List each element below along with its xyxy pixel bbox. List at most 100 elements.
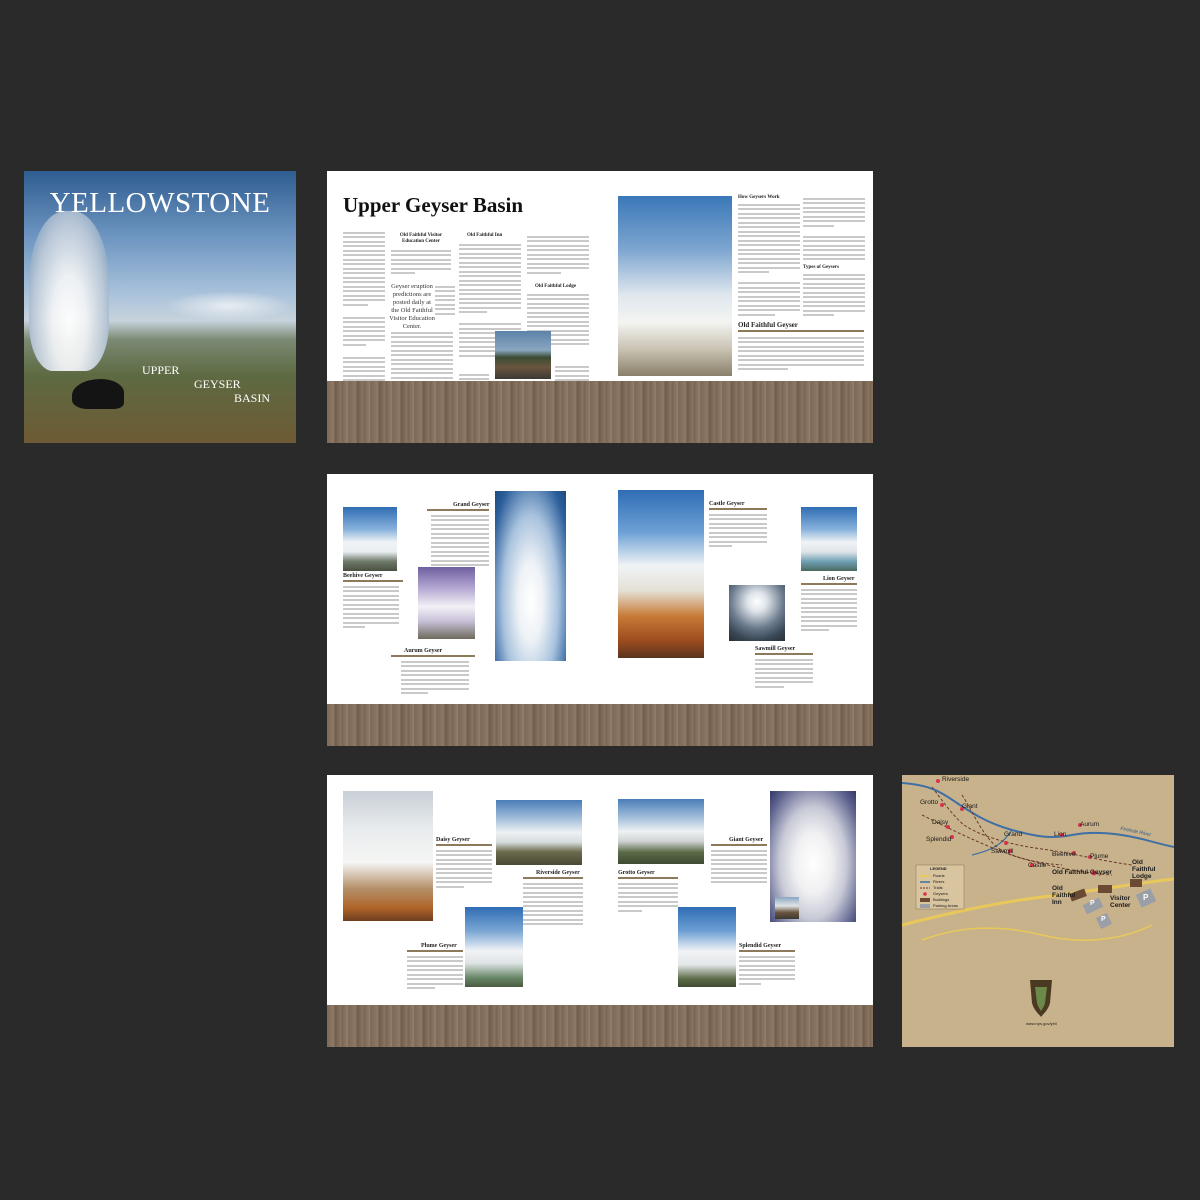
map-label-grotto: Grotto (920, 799, 939, 806)
heading-types-of-geysers: Types of Geysers (803, 265, 840, 270)
castle-text (709, 511, 767, 550)
heading-beehive: Beehive Geyser (343, 573, 383, 579)
page1-wood-border (327, 381, 873, 443)
legend-item-rivers: Rivers (933, 879, 945, 884)
aurum-text (401, 658, 469, 697)
cover-cloud (164, 291, 294, 321)
map-panel: Riverside Grotto Giant Daisy Splendid Gr… (902, 775, 1174, 1047)
how-geysers-column (738, 201, 800, 318)
plume-photo (465, 907, 523, 987)
brochure-page-3: Daisy Geyser Riverside Geyser Plume Geys… (327, 775, 873, 1047)
heading-grand: Grand Geyser (453, 502, 490, 508)
lodge-column-top (527, 233, 589, 276)
sawmill-photo (729, 585, 785, 641)
castle-underline (709, 508, 767, 510)
map-label-riverside: Riverside (942, 776, 970, 783)
map-label-grand: Grand (1004, 831, 1023, 838)
heading-grotto: Grotto Geyser (618, 870, 655, 876)
how-geysers-column-2 (803, 195, 865, 263)
legend-item-roads: Roads (933, 873, 945, 878)
plume-underline (407, 950, 463, 952)
map-url[interactable]: www.nps.gov/yell (1026, 1021, 1057, 1026)
splendid-photo (678, 907, 736, 987)
map-label-splendid: Splendid (926, 836, 952, 843)
map-label-beehive: Beehive (1052, 851, 1076, 858)
map-label-inn: Old Faithful Inn (1052, 885, 1076, 906)
grand-photo (495, 491, 566, 661)
brochure-page-2: Beehive Geyser Aurum Geyser Grand Geyser… (327, 474, 873, 746)
heading-visitor-center: Old Faithful Visitor Education Center (399, 233, 443, 244)
sawmill-text (755, 656, 813, 690)
daisy-underline (436, 844, 492, 846)
giant-underline (711, 844, 767, 846)
splendid-text (739, 953, 795, 987)
beehive-photo (343, 507, 397, 571)
old-faithful-underline (738, 330, 864, 332)
grotto-photo (618, 799, 704, 864)
geyser-dot-riverside (936, 779, 940, 783)
types-column (803, 271, 865, 319)
legend-item-buildings: Buildings (933, 897, 950, 902)
daisy-photo (343, 791, 433, 921)
old-faithful-photo (618, 196, 732, 376)
map-label-old-faithful-geyser: Old Faithful Geyser (1052, 869, 1112, 876)
cover-subtitle-3: BASIN (234, 391, 271, 405)
map-drawing (902, 779, 1174, 1017)
castle-photo (618, 490, 704, 658)
lion-underline (801, 583, 857, 585)
parking-marker-3: P (1101, 916, 1106, 923)
aurum-photo (418, 567, 475, 639)
visitor-center-column-2 (435, 283, 455, 317)
heading-lion: Lion Geyser (823, 576, 855, 582)
map-label-lodge: Old Faithful Lodge (1132, 859, 1156, 880)
beehive-text (343, 583, 399, 631)
lion-photo (801, 507, 857, 571)
brochure-page-1: Upper Geyser Basin Old Faithful Visitor … (327, 171, 873, 443)
page3-wood-border (327, 1005, 873, 1047)
map-road-loop (921, 924, 1153, 941)
building-lodge (1130, 879, 1142, 887)
grand-text (431, 512, 489, 569)
lodge-photo (495, 331, 551, 379)
giant-text (711, 847, 767, 886)
riverside-text (523, 880, 583, 928)
page-title: Upper Geyser Basin (343, 193, 524, 217)
daisy-text (436, 847, 492, 890)
map-label-plume: Plume (1090, 853, 1109, 860)
cover-subtitle-2: GEYSER (194, 377, 241, 391)
cover-title: YELLOWSTONE (49, 187, 271, 219)
beehive-underline (343, 580, 403, 582)
intro-column (343, 229, 385, 406)
splendid-underline (739, 950, 795, 952)
heading-aurum: Aurum Geyser (404, 648, 443, 654)
map-label-castle: Castle (1028, 862, 1047, 869)
pull-quote: Geyser eruption predictions are posted d… (389, 283, 435, 330)
giant-inset-photo (775, 897, 799, 919)
grand-underline (427, 509, 489, 511)
map-label-sawmill: Sawmill (991, 848, 1014, 855)
geyser-dot-grand (1004, 841, 1008, 845)
map-label-lion: Lion (1054, 831, 1067, 838)
aurum-underline (391, 655, 475, 657)
heading-riverside: Riverside Geyser (536, 870, 580, 876)
map-label-visitor-center: Visitor Center (1110, 895, 1131, 909)
map-label-daisy: Daisy (932, 819, 949, 826)
geyser-dot-grotto (940, 803, 944, 807)
cover-geyser-plume (29, 211, 109, 371)
parking-marker-1: P (1090, 900, 1095, 907)
heading-giant: Giant Geyser (729, 837, 764, 843)
old-faithful-column (738, 334, 864, 373)
sawmill-underline (755, 653, 813, 655)
visitor-center-column (391, 247, 451, 277)
heading-plume: Plume Geyser (421, 943, 457, 949)
page2-wood-border (327, 704, 873, 746)
riverside-photo (496, 800, 582, 865)
heading-inn: Old Faithful Inn (467, 233, 503, 238)
heading-lodge: Old Faithful Lodge (535, 284, 577, 289)
legend-title: LEGEND (930, 866, 947, 871)
building-visitor-center (1098, 885, 1112, 893)
lion-text (801, 586, 857, 634)
cover-subtitle-1: UPPER (142, 363, 180, 377)
heading-sawmill: Sawmill Geyser (755, 646, 796, 652)
brochure-cover: YELLOWSTONE UPPER GEYSER BASIN (24, 171, 296, 443)
